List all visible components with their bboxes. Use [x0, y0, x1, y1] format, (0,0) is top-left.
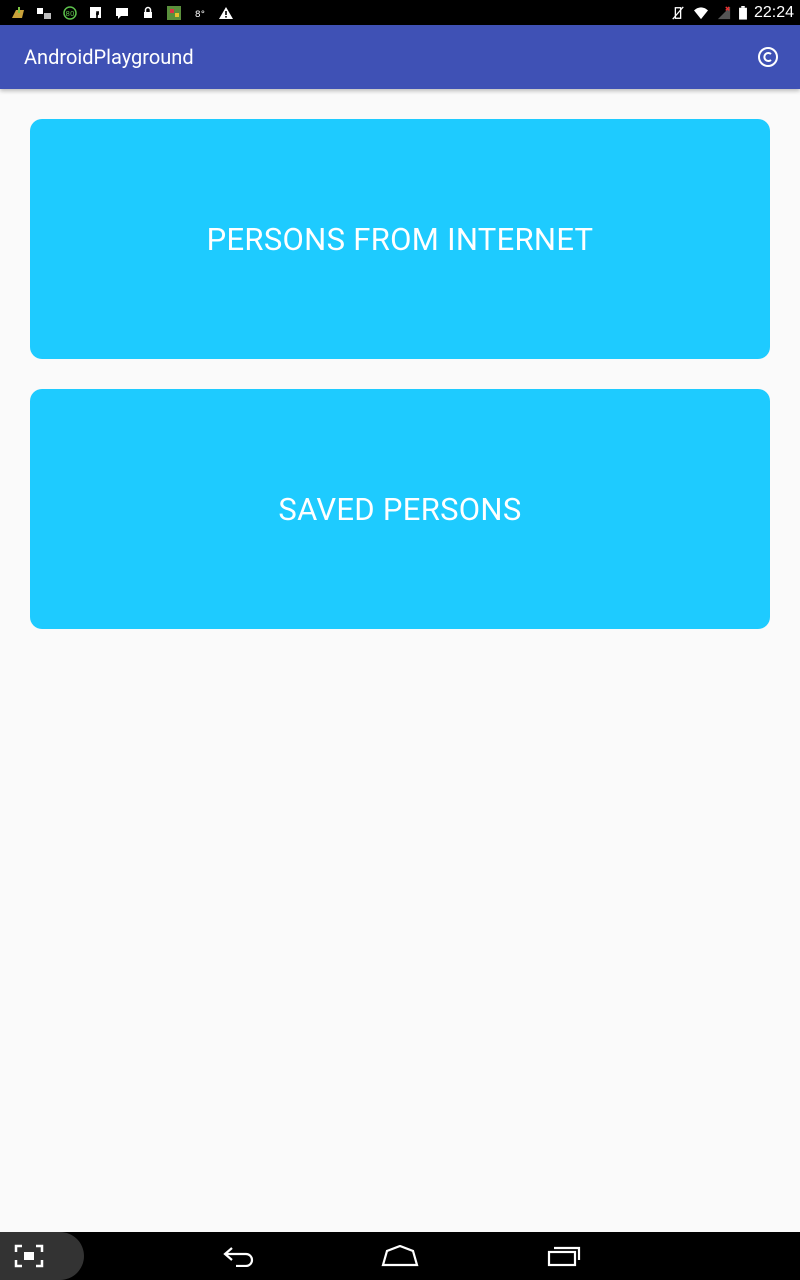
clock: 22:24	[753, 3, 794, 21]
badge-80-icon: 80	[63, 5, 77, 20]
svg-text:80: 80	[66, 10, 75, 18]
download-icon	[12, 6, 24, 18]
warning-icon	[219, 6, 233, 19]
temperature-icon: 8°	[195, 10, 205, 20]
status-bar: 80 8° 22:24	[0, 0, 800, 25]
image-icon	[167, 5, 181, 20]
copyright-icon	[758, 47, 778, 67]
navigation-bar	[0, 1232, 800, 1280]
copyright-button[interactable]	[756, 45, 780, 69]
message-icon	[116, 7, 128, 19]
no-signal-icon	[717, 5, 731, 19]
facebook-icon	[90, 6, 101, 18]
app-bar: AndroidPlayground	[0, 25, 800, 89]
recents-button[interactable]	[524, 1232, 604, 1280]
screenshot-icon	[14, 1244, 44, 1268]
lock-icon	[144, 6, 152, 18]
notification-icons: 80 8°	[10, 3, 234, 22]
app-title: AndroidPlayground	[24, 45, 194, 69]
app-icon	[37, 7, 51, 19]
screenshot-button[interactable]	[0, 1232, 84, 1280]
system-icons: 22:24	[670, 0, 794, 25]
back-icon	[223, 1247, 254, 1267]
vibrate-off-icon	[672, 5, 684, 20]
saved-persons-button[interactable]: SAVED PERSONS	[30, 389, 770, 629]
persons-from-internet-button[interactable]: PERSONS FROM INTERNET	[30, 119, 770, 359]
back-button[interactable]	[200, 1232, 280, 1280]
home-button[interactable]	[360, 1232, 440, 1280]
home-icon	[381, 1245, 419, 1267]
battery-icon	[739, 5, 747, 20]
svg-text:8°: 8°	[195, 10, 205, 20]
recents-icon	[547, 1246, 581, 1267]
wifi-icon	[693, 6, 708, 19]
